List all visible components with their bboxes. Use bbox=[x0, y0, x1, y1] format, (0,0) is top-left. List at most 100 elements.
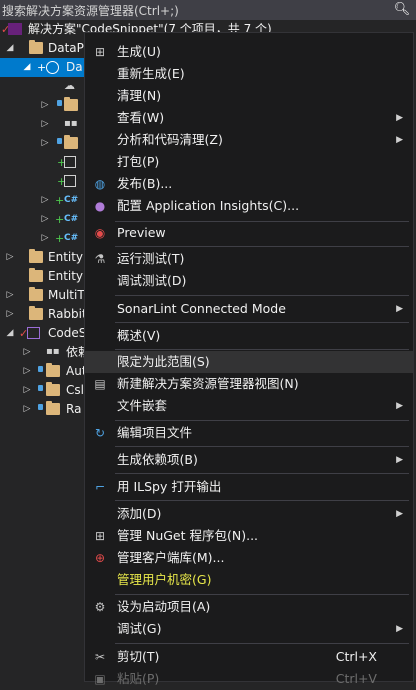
menu-item-label: 调试测试(D) bbox=[117, 273, 187, 288]
menu-item-view[interactable]: 查看(W) ▶ bbox=[85, 107, 413, 129]
menu-item-label: 剪切(T) bbox=[117, 649, 160, 664]
menu-item-label: 清理(N) bbox=[117, 88, 162, 103]
menu-separator bbox=[115, 349, 409, 350]
new-view-icon: ▤ bbox=[94, 377, 106, 391]
menu-item-label: 重新生成(E) bbox=[117, 66, 185, 81]
menu-item-overview[interactable]: 概述(V) bbox=[85, 325, 413, 347]
expand-arrow-icon[interactable]: ▷ bbox=[22, 381, 32, 400]
menu-item-cut[interactable]: ✂ 剪切(T) Ctrl+X bbox=[85, 646, 413, 668]
tree-item-label: CodeS bbox=[48, 326, 87, 340]
menu-item-clean[interactable]: 清理(N) bbox=[85, 85, 413, 107]
tree-item-label: Ra bbox=[66, 402, 82, 416]
expand-arrow-icon[interactable]: ▷ bbox=[40, 210, 50, 229]
menu-separator bbox=[115, 500, 409, 501]
expand-arrow-icon[interactable]: ▷ bbox=[40, 134, 50, 153]
tree-item-label: Rabbit bbox=[48, 307, 87, 321]
search-icon[interactable]: 🔍︎ bbox=[388, 0, 416, 20]
submenu-arrow-icon: ▶ bbox=[396, 509, 403, 519]
menu-item-manage-nuget[interactable]: ⊞ 管理 NuGet 程序包(N)... bbox=[85, 525, 413, 547]
expand-arrow-icon[interactable]: ▷ bbox=[40, 115, 50, 134]
expand-arrow-icon[interactable]: ▷ bbox=[40, 191, 50, 210]
menu-item-label: 用 ILSpy 打开输出 bbox=[117, 479, 222, 494]
tree-item-label: MultiT bbox=[48, 288, 85, 302]
lightbulb-icon: ● bbox=[94, 199, 106, 213]
plus-icon: + bbox=[55, 194, 65, 207]
expand-arrow-icon[interactable]: ▷ bbox=[22, 400, 32, 419]
lock-icon bbox=[38, 366, 43, 372]
menu-item-label: 管理客户端库(M)... bbox=[117, 550, 225, 565]
solution-icon bbox=[8, 23, 22, 35]
menu-item-edit-project-file[interactable]: ↻ 编辑项目文件 bbox=[85, 422, 413, 444]
expand-arrow-icon[interactable]: ▷ bbox=[40, 229, 50, 248]
menu-item-label: 新建解决方案资源管理器视图(N) bbox=[117, 376, 299, 391]
menu-item-label: 运行测试(T) bbox=[117, 251, 185, 266]
menu-item-publish[interactable]: ◍ 发布(B)... bbox=[85, 173, 413, 195]
csharp-file-icon: C# bbox=[64, 195, 79, 205]
menu-item-application-insights[interactable]: ● 配置 Application Insights(C)... bbox=[85, 195, 413, 217]
menu-item-new-explorer-view[interactable]: ▤ 新建解决方案资源管理器视图(N) bbox=[85, 373, 413, 395]
folder-icon bbox=[46, 401, 60, 415]
menu-item-label: 打包(P) bbox=[117, 154, 160, 169]
menu-item-build[interactable]: ⊞ 生成(U) bbox=[85, 41, 413, 63]
submenu-arrow-icon: ▶ bbox=[396, 624, 403, 634]
menu-item-paste[interactable]: ▣ 粘贴(P) Ctrl+V bbox=[85, 668, 413, 690]
client-library-icon: ⊕ bbox=[94, 551, 106, 565]
menu-item-manage-user-secrets[interactable]: 管理用户机密(G) bbox=[85, 569, 413, 591]
menu-item-rebuild[interactable]: 重新生成(E) bbox=[85, 63, 413, 85]
menu-item-manage-client-libraries[interactable]: ⊕ 管理客户端库(M)... bbox=[85, 547, 413, 569]
collapse-arrow-icon[interactable]: ◢ bbox=[22, 58, 32, 77]
search-input[interactable]: 搜索解决方案资源管理器(Ctrl+;) bbox=[2, 2, 179, 19]
menu-separator bbox=[115, 420, 409, 421]
menu-item-run-tests[interactable]: ⚗ 运行测试(T) bbox=[85, 248, 413, 270]
submenu-arrow-icon: ▶ bbox=[396, 304, 403, 314]
expand-arrow-icon[interactable]: ▷ bbox=[5, 286, 15, 305]
menu-item-label: 编辑项目文件 bbox=[117, 425, 193, 440]
gear-icon: ⚙ bbox=[94, 600, 106, 614]
collapse-arrow-icon[interactable]: ◢ bbox=[5, 39, 15, 58]
lock-icon bbox=[57, 138, 62, 144]
ilspy-icon: ⌐ bbox=[94, 480, 106, 494]
menu-item-pack[interactable]: 打包(P) bbox=[85, 151, 413, 173]
search-bar[interactable]: 搜索解决方案资源管理器(Ctrl+;) 🔍︎ bbox=[0, 0, 416, 20]
menu-item-analyze[interactable]: 分析和代码清理(Z) ▶ bbox=[85, 129, 413, 151]
eye-icon: ◉ bbox=[94, 226, 106, 240]
tree-row-selected-project[interactable]: ◢ + Da bbox=[0, 58, 84, 77]
lock-icon bbox=[57, 100, 62, 106]
paste-icon: ▣ bbox=[94, 672, 106, 686]
menu-item-sonarlint[interactable]: SonarLint Connected Mode ▶ bbox=[85, 298, 413, 320]
menu-item-label: 添加(D) bbox=[117, 506, 162, 521]
plus-icon: + bbox=[37, 61, 47, 74]
menu-item-label: Preview bbox=[117, 225, 166, 240]
expand-arrow-icon[interactable]: ▷ bbox=[5, 305, 15, 324]
menu-item-debug-tests[interactable]: 调试测试(D) bbox=[85, 270, 413, 292]
collapse-arrow-icon[interactable]: ◢ bbox=[5, 324, 15, 343]
tree-item-label: DataP bbox=[48, 41, 84, 55]
web-project-icon bbox=[46, 61, 59, 74]
folder-icon bbox=[29, 306, 43, 320]
expand-arrow-icon[interactable]: ▷ bbox=[22, 343, 32, 362]
menu-item-ilspy[interactable]: ⌐ 用 ILSpy 打开输出 bbox=[85, 476, 413, 498]
shortcut-label: Ctrl+X bbox=[335, 649, 377, 664]
menu-item-build-dependencies[interactable]: 生成依赖项(B) ▶ bbox=[85, 449, 413, 471]
folder-icon bbox=[29, 249, 43, 263]
menu-item-label: 文件嵌套 bbox=[117, 398, 168, 413]
menu-item-add[interactable]: 添加(D) ▶ bbox=[85, 503, 413, 525]
expand-arrow-icon[interactable]: ▷ bbox=[22, 362, 32, 381]
menu-item-preview[interactable]: ◉ Preview bbox=[85, 222, 413, 244]
menu-item-debug[interactable]: 调试(G) ▶ bbox=[85, 618, 413, 640]
globe-icon: ◍ bbox=[94, 177, 106, 191]
expand-arrow-icon[interactable]: ▷ bbox=[5, 248, 15, 267]
menu-item-scope-to-this[interactable]: 限定为此范围(S) bbox=[85, 351, 413, 373]
folder-icon bbox=[46, 382, 60, 396]
expand-arrow-icon[interactable]: ▷ bbox=[40, 96, 50, 115]
tree-item-label: Da bbox=[66, 60, 83, 74]
submenu-arrow-icon: ▶ bbox=[396, 455, 403, 465]
csharp-file-icon: C# bbox=[64, 214, 79, 224]
menu-item-file-nesting[interactable]: 文件嵌套 ▶ bbox=[85, 395, 413, 417]
folder-icon bbox=[29, 268, 43, 282]
menu-item-set-startup[interactable]: ⚙ 设为启动项目(A) bbox=[85, 596, 413, 618]
nuget-package-icon: ⊞ bbox=[94, 529, 106, 543]
test-flask-icon: ⚗ bbox=[94, 252, 106, 266]
plus-icon: + bbox=[55, 213, 65, 226]
menu-separator bbox=[115, 594, 409, 595]
